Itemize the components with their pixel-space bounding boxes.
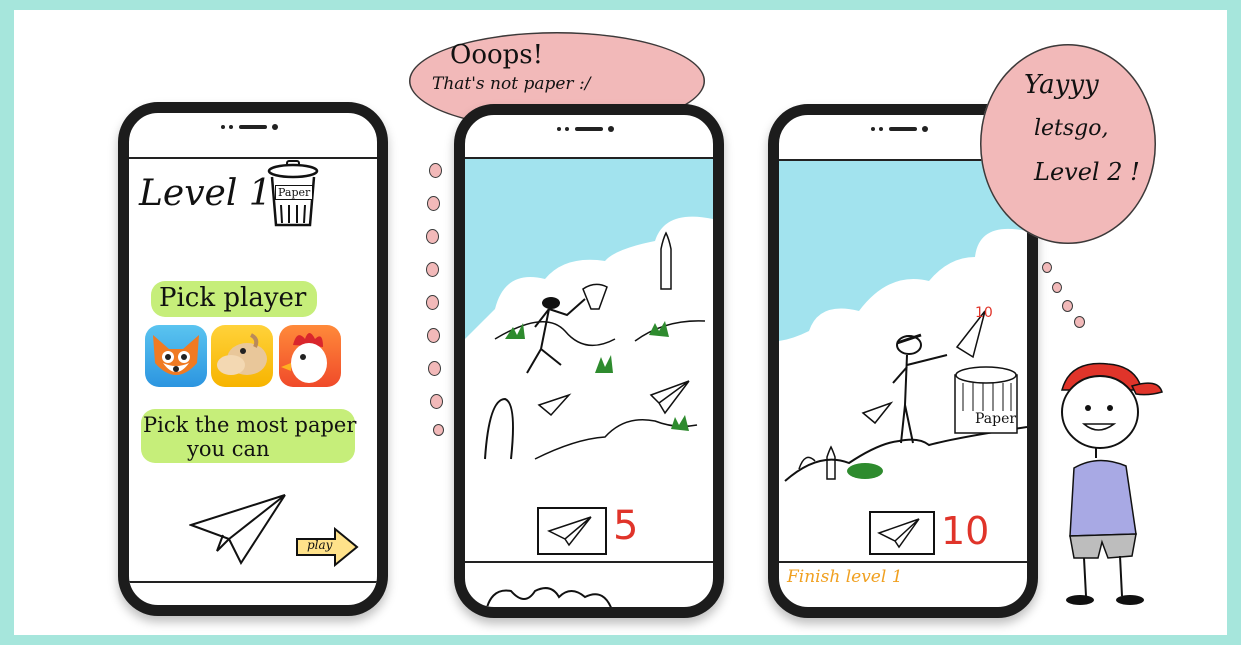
thought-dot	[427, 328, 440, 343]
yay-text: Yayyy	[1024, 70, 1099, 100]
thought-dot	[1042, 262, 1052, 273]
thought-dot	[426, 295, 439, 310]
paper-plane-icon	[189, 494, 286, 565]
phone-level-select: Level 1 - Paper Pick player Pick the mos…	[118, 102, 388, 616]
instruction-line-2: you can	[187, 437, 270, 461]
paper-plane-icon	[547, 516, 592, 547]
finger-tap-icon	[486, 587, 612, 607]
thought-dot	[426, 229, 439, 244]
score-counter: 5	[613, 503, 639, 549]
thought-dot	[428, 361, 441, 376]
rooster-icon[interactable]	[279, 325, 341, 387]
phone-gameplay-miss: 5	[454, 104, 724, 618]
oops-text: Ooops!	[450, 40, 544, 70]
phone-speaker-icon	[557, 126, 614, 132]
instruction-line-1: Pick the most paper	[143, 413, 357, 437]
camel-icon[interactable]	[211, 325, 273, 387]
thought-dot	[429, 163, 442, 178]
bottom-divider	[779, 561, 1027, 563]
thought-dot	[1052, 282, 1062, 293]
score-counter: 10	[941, 509, 990, 553]
storyboard-canvas: Level 1 - Paper Pick player Pick the mos…	[14, 10, 1227, 635]
status-divider	[129, 157, 377, 159]
thought-dot	[1062, 300, 1073, 312]
thought-dot	[430, 394, 443, 409]
boy-character-illustration	[1061, 362, 1163, 605]
game-scene	[465, 159, 713, 460]
phone-speaker-icon	[871, 126, 928, 132]
pick-player-label: Pick player	[159, 283, 307, 313]
paper-bin-sign: Paper	[975, 411, 1017, 427]
play-button[interactable]: play	[295, 526, 359, 568]
paper-plane-icon	[877, 518, 920, 549]
letsgo-text: letsgo,	[1034, 116, 1109, 141]
collected-paper-box	[869, 511, 935, 555]
level-two-text: Level 2 !	[1034, 158, 1140, 186]
finish-level-text: Finish level 1	[787, 567, 903, 587]
thought-dot	[433, 424, 444, 436]
phone-speaker-icon	[221, 124, 278, 130]
fox-icon[interactable]	[145, 325, 207, 387]
paper-bin-icon: Paper	[267, 159, 319, 229]
not-paper-text: That's not paper :/	[432, 74, 591, 94]
bin-label: Paper	[275, 185, 314, 200]
play-label: play	[307, 538, 333, 552]
thought-dot	[1074, 316, 1085, 328]
thought-dot	[426, 262, 439, 277]
thought-dot	[427, 196, 440, 211]
game-scene	[779, 161, 1027, 482]
floating-score: 10	[975, 305, 993, 321]
bottom-divider	[129, 581, 377, 583]
